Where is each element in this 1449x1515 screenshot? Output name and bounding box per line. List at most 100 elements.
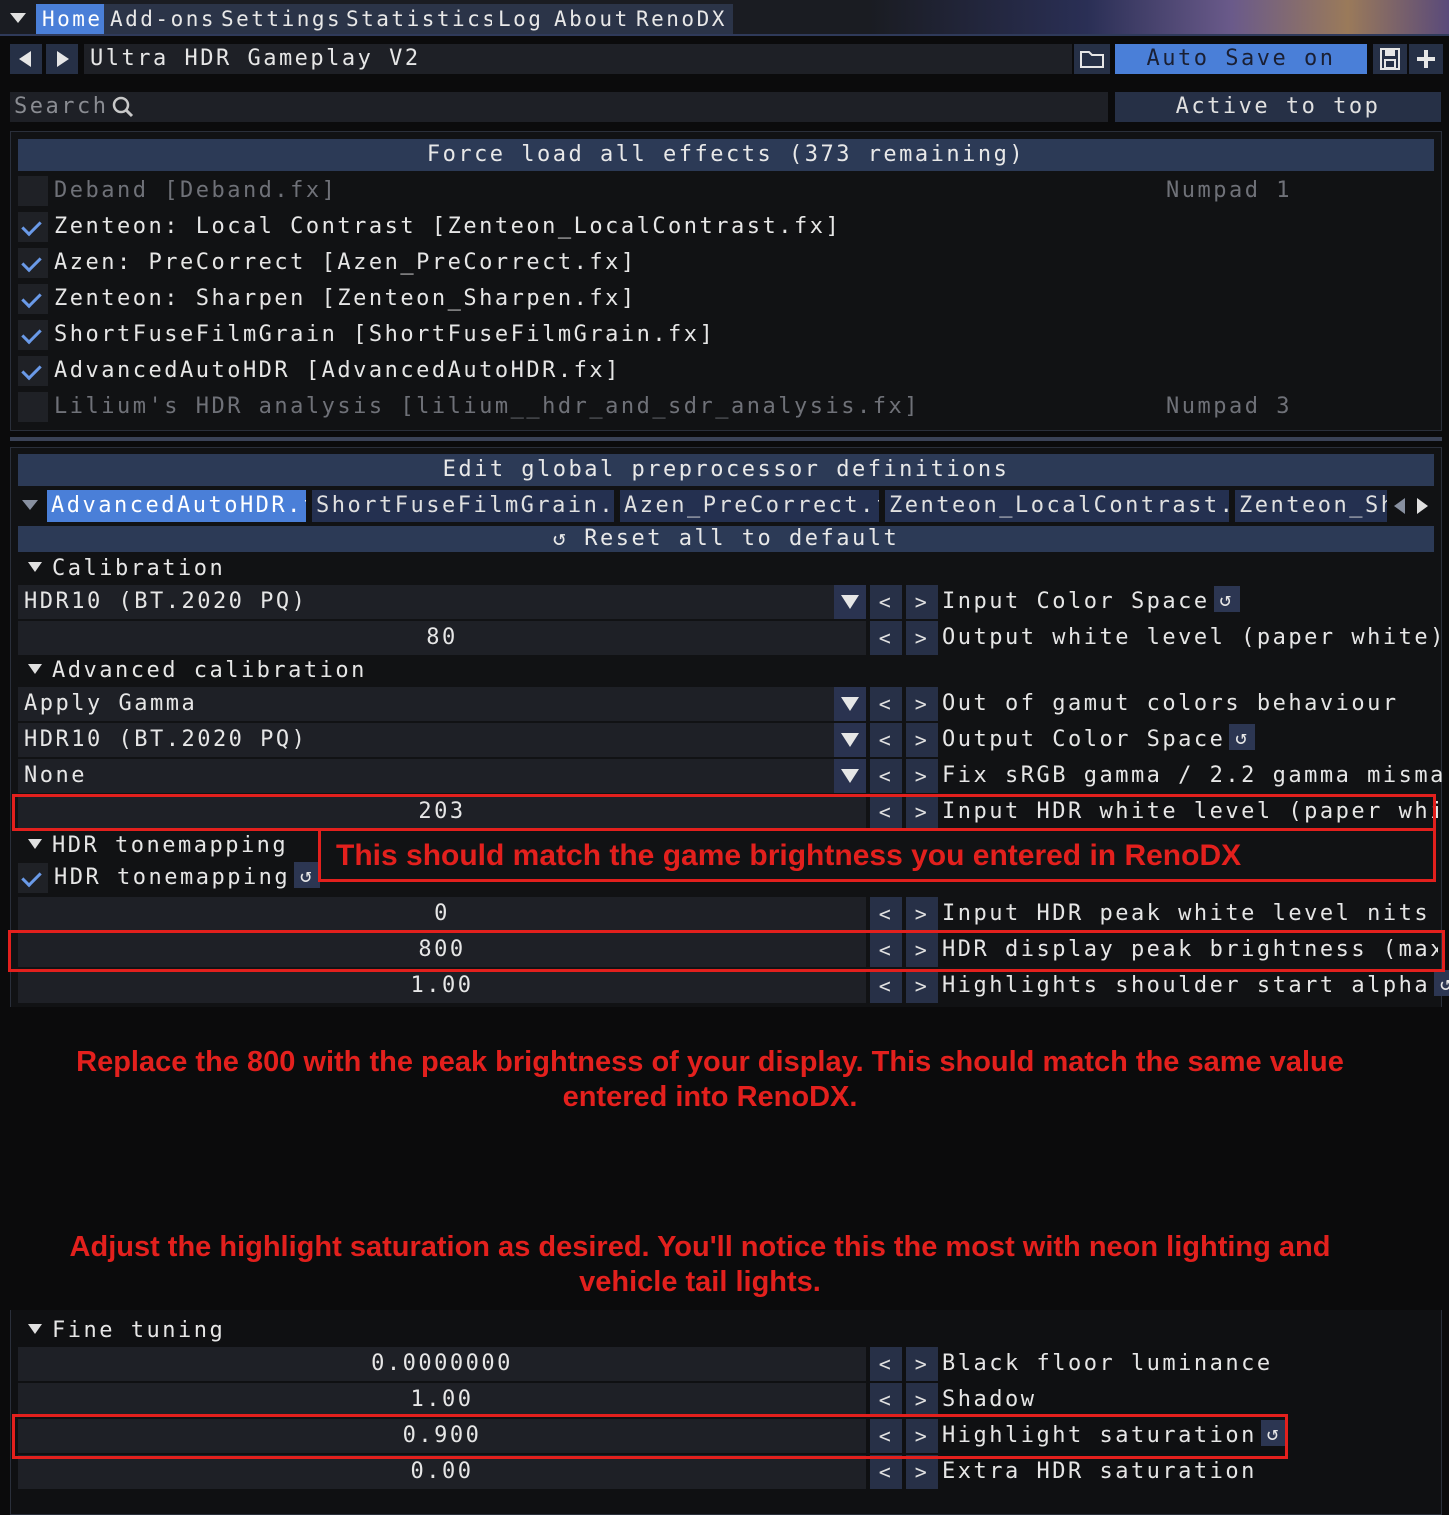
input-color-space-dec[interactable]: < xyxy=(870,585,902,619)
shadow-inc[interactable]: > xyxy=(906,1383,938,1417)
tab-advancedautohdr[interactable]: AdvancedAutoHDR.fx xyxy=(47,490,306,522)
section-calibration[interactable]: Calibration xyxy=(28,554,225,584)
black-floor-label: Black floor luminance xyxy=(942,1351,1273,1376)
extra-hdr-saturation-slider[interactable]: 0.00 xyxy=(18,1455,866,1489)
next-preset-button[interactable] xyxy=(46,44,78,74)
output-color-space-combo[interactable]: HDR10 (BT.2020 PQ) xyxy=(18,723,866,757)
preset-name-field[interactable]: Ultra HDR Gameplay V2 xyxy=(84,44,1072,74)
effect-label-filmgrain[interactable]: ShortFuseFilmGrain [ShortFuseFilmGrain.f… xyxy=(54,317,715,353)
effect-label-lilium[interactable]: Lilium's HDR analysis [lilium__hdr_and_s… xyxy=(54,389,920,425)
combo-arrow-icon[interactable] xyxy=(834,585,866,619)
search-field[interactable]: Search xyxy=(10,92,1108,122)
effect-checkbox-autohdr[interactable] xyxy=(18,356,48,386)
menu-renodx[interactable]: RenoDX xyxy=(630,4,733,34)
shadow-label: Shadow xyxy=(942,1387,1037,1412)
reset-icon: ↺ xyxy=(552,526,569,551)
tab-list-dropdown-icon[interactable] xyxy=(22,500,38,510)
effect-checkbox-local-contrast[interactable] xyxy=(18,212,48,242)
effect-checkbox-precorrect[interactable] xyxy=(18,248,48,278)
folder-icon xyxy=(1080,51,1104,68)
output-color-space-inc[interactable]: > xyxy=(906,723,938,757)
effect-label-autohdr[interactable]: AdvancedAutoHDR [AdvancedAutoHDR.fx] xyxy=(54,353,621,389)
menu-toggle-icon[interactable] xyxy=(10,13,26,23)
shadow-dec[interactable]: < xyxy=(870,1383,902,1417)
extra-hdr-saturation-inc[interactable]: > xyxy=(906,1455,938,1489)
input-hdr-peak-inc[interactable]: > xyxy=(906,897,938,931)
section-hdr-tonemapping[interactable]: HDR tonemapping xyxy=(28,831,288,861)
black-floor-dec[interactable]: < xyxy=(870,1347,902,1381)
menu-statistics[interactable]: Statistics xyxy=(340,4,504,34)
shoulder-alpha-slider[interactable]: 1.00 xyxy=(18,969,866,1003)
note-game-brightness: This should match the game brightness yo… xyxy=(336,839,1242,872)
effect-hotkey-deband: Numpad 1 xyxy=(1166,178,1292,203)
collapse-icon xyxy=(28,664,42,674)
save-button[interactable] xyxy=(1373,44,1407,74)
reset-param-icon[interactable]: ↺ xyxy=(294,862,321,888)
section-calibration-label: Calibration xyxy=(52,556,226,581)
section-advanced-calibration[interactable]: Advanced calibration xyxy=(28,656,367,686)
hdr-tonemapping-checkbox[interactable] xyxy=(18,863,48,893)
effect-checkbox-deband[interactable] xyxy=(18,176,48,206)
shadow-slider[interactable]: 1.00 xyxy=(18,1383,866,1417)
fix-srgb-inc[interactable]: > xyxy=(906,759,938,793)
input-hdr-peak-slider[interactable]: 0 xyxy=(18,897,866,931)
output-white-level-inc[interactable]: > xyxy=(906,621,938,655)
reset-param-icon[interactable]: ↺ xyxy=(1213,586,1240,612)
effect-checkbox-lilium[interactable] xyxy=(18,392,48,422)
black-floor-inc[interactable]: > xyxy=(906,1347,938,1381)
hdr-tonemapping-toggle-label[interactable]: HDR tonemapping ↺ xyxy=(54,861,321,895)
out-of-gamut-inc[interactable]: > xyxy=(906,687,938,721)
effect-label-deband[interactable]: Deband [Deband.fx] xyxy=(54,173,337,209)
effect-checkbox-sharpen[interactable] xyxy=(18,284,48,314)
output-white-level-slider[interactable]: 80 xyxy=(18,621,866,655)
reset-param-icon[interactable]: ↺ xyxy=(1434,970,1449,996)
panel-splitter[interactable] xyxy=(10,437,1442,441)
effect-checkbox-filmgrain[interactable] xyxy=(18,320,48,350)
extra-hdr-saturation-label: Extra HDR saturation xyxy=(942,1459,1257,1484)
out-of-gamut-combo[interactable]: Apply Gamma xyxy=(18,687,866,721)
prev-preset-button[interactable] xyxy=(10,44,42,74)
input-color-space-combo[interactable]: HDR10 (BT.2020 PQ) xyxy=(18,585,866,619)
preprocessor-button[interactable]: Edit global preprocessor definitions xyxy=(18,454,1434,486)
reset-param-icon[interactable]: ↺ xyxy=(1229,724,1256,750)
shoulder-alpha-inc[interactable]: > xyxy=(906,969,938,1003)
tab-scroll-left-icon[interactable] xyxy=(1390,490,1410,522)
black-floor-slider[interactable]: 0.0000000 xyxy=(18,1347,866,1381)
extra-hdr-saturation-dec[interactable]: < xyxy=(870,1455,902,1489)
menu-settings[interactable]: Settings xyxy=(215,4,349,34)
menu-about[interactable]: About xyxy=(548,4,636,34)
note-peak-brightness: Replace the 800 with the peak brightness… xyxy=(76,1046,1344,1113)
menu-addons[interactable]: Add-ons xyxy=(104,4,223,34)
tab-shortfusefilmgrain[interactable]: ShortFuseFilmGrain.fx xyxy=(312,490,614,522)
reset-all-button[interactable]: ↺ Reset all to default xyxy=(18,526,1434,552)
combo-arrow-icon[interactable] xyxy=(834,687,866,721)
autosave-toggle[interactable]: Auto Save on xyxy=(1115,44,1367,74)
fix-srgb-combo[interactable]: None xyxy=(18,759,866,793)
fix-srgb-dec[interactable]: < xyxy=(870,759,902,793)
out-of-gamut-dec[interactable]: < xyxy=(870,687,902,721)
tab-scroll-right-icon[interactable] xyxy=(1412,490,1432,522)
tab-azen-precorrect[interactable]: Azen_PreCorrect.fx xyxy=(620,490,879,522)
effect-label-local-contrast[interactable]: Zenteon: Local Contrast [Zenteon_LocalCo… xyxy=(54,209,841,245)
search-icon xyxy=(112,96,134,118)
effect-label-precorrect[interactable]: Azen: PreCorrect [Azen_PreCorrect.fx] xyxy=(54,245,637,281)
tab-zenteon-localcontrast[interactable]: Zenteon_LocalContrast.fx xyxy=(885,490,1229,522)
input-color-space-inc[interactable]: > xyxy=(906,585,938,619)
combo-arrow-icon[interactable] xyxy=(834,723,866,757)
tab-zenteon-sharpen[interactable]: Zenteon_Sha xyxy=(1235,490,1387,522)
force-load-button[interactable]: Force load all effects (373 remaining) xyxy=(18,139,1434,171)
open-folder-button[interactable] xyxy=(1074,44,1110,74)
shoulder-alpha-dec[interactable]: < xyxy=(870,969,902,1003)
menu-log[interactable]: Log xyxy=(492,4,550,34)
combo-arrow-icon[interactable] xyxy=(834,759,866,793)
out-of-gamut-label: Out of gamut colors behaviour xyxy=(942,691,1399,716)
output-color-space-value: HDR10 (BT.2020 PQ) xyxy=(24,727,308,752)
output-white-level-dec[interactable]: < xyxy=(870,621,902,655)
effect-label-sharpen[interactable]: Zenteon: Sharpen [Zenteon_Sharpen.fx] xyxy=(54,281,637,317)
section-fine-tuning[interactable]: Fine tuning xyxy=(28,1316,225,1346)
add-preset-button[interactable] xyxy=(1409,44,1443,74)
output-color-space-dec[interactable]: < xyxy=(870,723,902,757)
active-to-top-button[interactable]: Active to top xyxy=(1115,92,1441,122)
menu-home[interactable]: Home xyxy=(36,4,109,34)
input-hdr-peak-dec[interactable]: < xyxy=(870,897,902,931)
